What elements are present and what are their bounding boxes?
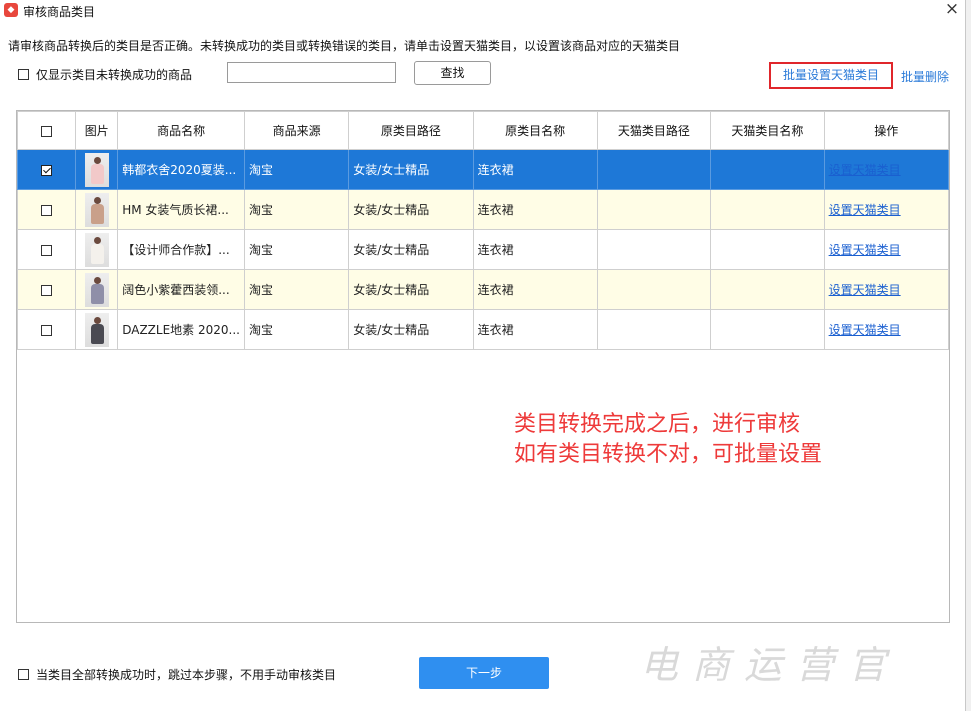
header-tmall-path: 天猫类目路径 xyxy=(596,111,712,150)
orig-name-cell: 连衣裙 xyxy=(472,229,598,270)
product-name-cell: HM 女装气质长裙... xyxy=(117,189,245,230)
batch-delete-button[interactable]: 批量删除 xyxy=(901,68,949,85)
orig-path-cell: 女装/女士精品 xyxy=(348,309,474,350)
orig-path-cell: 女装/女士精品 xyxy=(348,229,474,270)
set-tmall-category-link[interactable]: 设置天猫类目 xyxy=(829,283,901,297)
tmall-path-cell xyxy=(596,189,712,230)
title-bar: ◆ 审核商品类目 × xyxy=(0,0,965,20)
header-action: 操作 xyxy=(823,111,950,150)
table-header-row: 图片 商品名称 商品来源 原类目路径 原类目名称 天猫类目路径 天猫类目名称 操… xyxy=(16,111,950,150)
tmall-path-cell xyxy=(596,269,712,310)
header-image: 图片 xyxy=(75,111,119,150)
only-unconverted-checkbox[interactable] xyxy=(18,69,29,80)
row-select-cell[interactable] xyxy=(16,309,77,350)
only-unconverted-label: 仅显示类目未转换成功的商品 xyxy=(36,68,193,82)
table-row[interactable]: 【设计师合作款】... 淘宝 女装/女士精品 连衣裙 设置天猫类目 xyxy=(16,229,950,270)
row-checkbox[interactable] xyxy=(41,324,53,336)
thumbnail-cell xyxy=(75,229,119,270)
action-cell: 设置天猫类目 xyxy=(823,269,950,310)
set-tmall-category-link[interactable]: 设置天猫类目 xyxy=(829,323,901,337)
row-checkbox[interactable] xyxy=(41,164,53,176)
select-all-header[interactable] xyxy=(16,111,77,150)
table-row[interactable]: DAZZLE地素 2020... 淘宝 女装/女士精品 连衣裙 设置天猫类目 xyxy=(16,309,950,350)
instruction-text: 请审核商品转换后的类目是否正确。未转换成功的类目或转换错误的类目，请单击设置天猫… xyxy=(8,39,681,53)
dialog-window: ◆ 审核商品类目 × 请审核商品转换后的类目是否正确。未转换成功的类目或转换错误… xyxy=(0,0,966,711)
product-name-cell: 阔色小紫藿西装领... xyxy=(117,269,245,310)
row-checkbox[interactable] xyxy=(41,244,53,256)
header-orig-path: 原类目路径 xyxy=(348,111,474,150)
find-button[interactable]: 查找 xyxy=(414,61,491,85)
tmall-path-cell xyxy=(596,229,712,270)
table-row[interactable]: 阔色小紫藿西装领... 淘宝 女装/女士精品 连衣裙 设置天猫类目 xyxy=(16,269,950,310)
window-title: 审核商品类目 xyxy=(23,5,96,19)
select-all-checkbox[interactable] xyxy=(41,125,53,137)
row-select-cell[interactable] xyxy=(16,229,77,270)
annotation-text: 类目转换完成之后，进行审核 如有类目转换不对，可批量设置 xyxy=(514,410,822,470)
product-name-cell: DAZZLE地素 2020... xyxy=(117,309,245,350)
orig-name-cell: 连衣裙 xyxy=(472,269,598,310)
orig-name-cell: 连衣裙 xyxy=(472,309,598,350)
annotation-line-2: 如有类目转换不对，可批量设置 xyxy=(514,442,823,467)
action-cell: 设置天猫类目 xyxy=(823,149,950,190)
thumbnail-cell xyxy=(75,269,119,310)
search-input[interactable] xyxy=(227,62,396,83)
tmall-name-cell xyxy=(710,229,825,270)
orig-path-cell: 女装/女士精品 xyxy=(348,149,474,190)
row-checkbox[interactable] xyxy=(41,284,53,296)
set-tmall-category-link[interactable]: 设置天猫类目 xyxy=(829,163,901,177)
app-icon: ◆ xyxy=(4,3,18,17)
action-cell: 设置天猫类目 xyxy=(823,309,950,350)
header-product-name: 商品名称 xyxy=(117,111,245,150)
tmall-path-cell xyxy=(596,149,712,190)
header-orig-name: 原类目名称 xyxy=(472,111,598,150)
row-select-cell[interactable] xyxy=(16,189,77,230)
next-step-button[interactable]: 下一步 xyxy=(419,657,549,689)
batch-set-tmall-category-button[interactable]: 批量设置天猫类目 xyxy=(769,62,893,89)
product-table: 图片 商品名称 商品来源 原类目路径 原类目名称 天猫类目路径 天猫类目名称 操… xyxy=(16,110,950,623)
tmall-name-cell xyxy=(710,309,825,350)
annotation-line-1: 类目转换完成之后，进行审核 xyxy=(514,412,801,437)
header-tmall-name: 天猫类目名称 xyxy=(710,111,825,150)
product-name-cell: 韩都衣舍2020夏装... xyxy=(117,149,245,190)
watermark: 电商运营官 xyxy=(640,643,901,687)
skip-step-checkbox[interactable] xyxy=(18,669,29,680)
product-thumbnail xyxy=(84,232,109,267)
source-cell: 淘宝 xyxy=(243,309,350,350)
source-cell: 淘宝 xyxy=(243,269,350,310)
close-icon[interactable]: × xyxy=(942,0,962,20)
tmall-path-cell xyxy=(596,309,712,350)
orig-name-cell: 连衣裙 xyxy=(472,149,598,190)
row-select-cell[interactable] xyxy=(16,149,77,190)
action-cell: 设置天猫类目 xyxy=(823,189,950,230)
product-grid: 图片 商品名称 商品来源 原类目路径 原类目名称 天猫类目路径 天猫类目名称 操… xyxy=(16,111,950,350)
row-select-cell[interactable] xyxy=(16,269,77,310)
set-tmall-category-link[interactable]: 设置天猫类目 xyxy=(829,203,901,217)
product-name-cell: 【设计师合作款】... xyxy=(117,229,245,270)
header-source: 商品来源 xyxy=(243,111,350,150)
product-thumbnail xyxy=(84,272,109,307)
thumbnail-cell xyxy=(75,189,119,230)
tmall-name-cell xyxy=(710,189,825,230)
orig-name-cell: 连衣裙 xyxy=(472,189,598,230)
tmall-name-cell xyxy=(710,149,825,190)
row-checkbox[interactable] xyxy=(41,204,53,216)
set-tmall-category-link[interactable]: 设置天猫类目 xyxy=(829,243,901,257)
thumbnail-cell xyxy=(75,149,119,190)
table-row[interactable]: HM 女装气质长裙... 淘宝 女装/女士精品 连衣裙 设置天猫类目 xyxy=(16,189,950,230)
product-thumbnail xyxy=(84,312,109,347)
thumbnail-cell xyxy=(75,309,119,350)
source-cell: 淘宝 xyxy=(243,229,350,270)
action-cell: 设置天猫类目 xyxy=(823,229,950,270)
source-cell: 淘宝 xyxy=(243,149,350,190)
product-thumbnail xyxy=(84,192,109,227)
orig-path-cell: 女装/女士精品 xyxy=(348,189,474,230)
orig-path-cell: 女装/女士精品 xyxy=(348,269,474,310)
product-thumbnail xyxy=(84,152,109,187)
table-row[interactable]: 韩都衣舍2020夏装... 淘宝 女装/女士精品 连衣裙 设置天猫类目 xyxy=(16,149,950,190)
source-cell: 淘宝 xyxy=(243,189,350,230)
tmall-name-cell xyxy=(710,269,825,310)
skip-step-label: 当类目全部转换成功时，跳过本步骤，不用手动审核类目 xyxy=(36,668,337,682)
